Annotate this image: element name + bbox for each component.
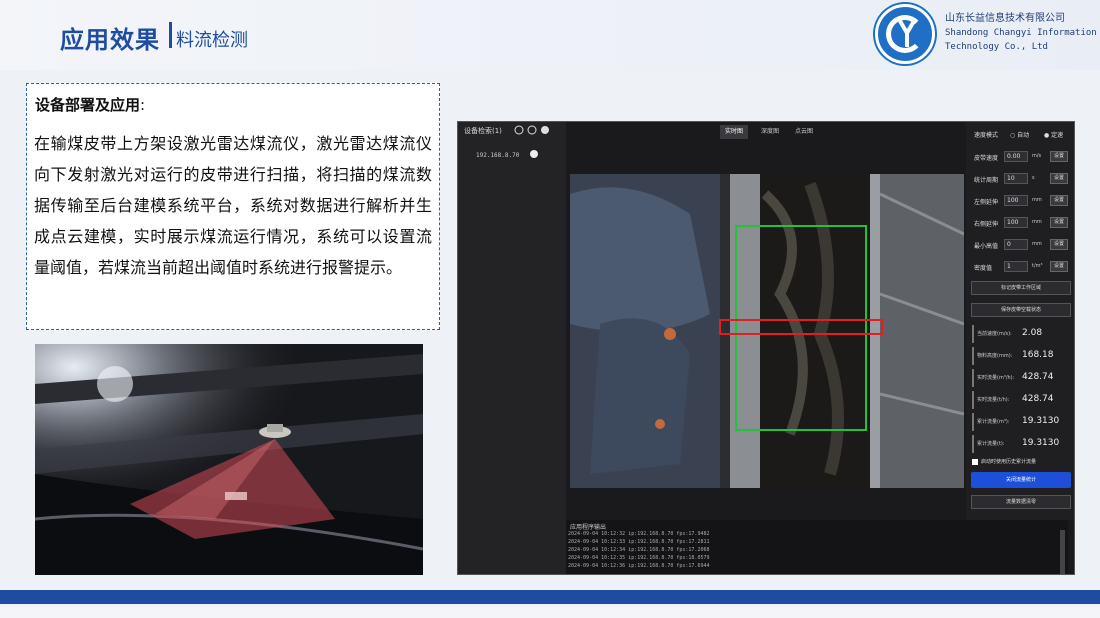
- logo-y-mark: [898, 19, 916, 47]
- set-button[interactable]: 设置: [1050, 195, 1068, 206]
- right-extend-input[interactable]: 100: [1004, 217, 1028, 228]
- history-flow-checkbox[interactable]: 启动时使用历史累计流量: [972, 458, 1036, 465]
- slide-header: 应用效果 料流检测 山东长益信息技术有限公司 Shandong Changyi …: [0, 0, 1100, 70]
- metric-flow-mass: 实时流量(t/h): 428.74: [972, 391, 1070, 409]
- log-scrollbar[interactable]: [1060, 530, 1065, 574]
- set-button[interactable]: 设置: [1050, 217, 1068, 228]
- heading-colon: :: [140, 96, 146, 114]
- software-screenshot: 设备检索(1) 192.168.8.70 实时图 深度图 点云图 速度模式 ○ …: [457, 121, 1075, 575]
- log-title: 应用程序输出: [570, 524, 607, 531]
- metric-label: 物料高度(mm):: [977, 353, 1013, 359]
- tab-realtime[interactable]: 实时图: [720, 125, 749, 139]
- checkbox-box[interactable]: [972, 458, 978, 465]
- slide-title: 应用效果: [60, 26, 160, 54]
- save-empty-belt-button[interactable]: 保存皮带空载状态: [971, 303, 1071, 317]
- field-label: 右侧延伸: [974, 221, 999, 228]
- field-unit: s: [1032, 175, 1035, 181]
- log-line: 2024-09-04 10:12:33 ip:192.168.8.70 fps:…: [568, 539, 710, 545]
- min-height-input[interactable]: 0: [1004, 239, 1028, 250]
- company-name-block: 山东长益信息技术有限公司 Shandong Changyi Informatio…: [945, 12, 1097, 54]
- refresh-icon: [514, 125, 524, 135]
- clear-flow-button[interactable]: 流量数据清零: [971, 495, 1071, 509]
- field-label: 最小高值: [974, 243, 999, 250]
- metric-total-volume: 累计流量(m³): 19.3130: [972, 413, 1070, 431]
- device-status-dot: [530, 150, 538, 158]
- mode-auto-radio[interactable]: ○ 自动: [1010, 130, 1029, 139]
- density-input[interactable]: 1: [1004, 261, 1028, 272]
- device-list-panel: 设备检索(1) 192.168.8.70: [458, 122, 566, 574]
- play-icon: [527, 125, 537, 135]
- description-heading: 设备部署及应用:: [35, 94, 145, 115]
- field-label: 皮带速度: [974, 155, 999, 162]
- field-unit: mm: [1032, 197, 1042, 203]
- field-unit: mm: [1032, 219, 1042, 225]
- log-line: 2024-09-04 10:12:35 ip:192.168.8.70 fps:…: [568, 555, 710, 561]
- company-name-en-line1: Shandong Changyi Information: [945, 28, 1097, 38]
- field-label: 密度值: [974, 265, 993, 272]
- mode-auto-label: 自动: [1017, 132, 1030, 139]
- heading-text: 设备部署及应用: [35, 96, 141, 114]
- tab-pointcloud[interactable]: 点云图: [790, 125, 818, 139]
- company-name-en-line2: Technology Co., Ltd: [945, 42, 1048, 52]
- field-unit: t/m³: [1032, 263, 1043, 269]
- metric-value: 19.3130: [1022, 438, 1060, 448]
- slide-subtitle: 料流检测: [176, 30, 248, 51]
- log-line: 2024-09-04 10:12:34 ip:192.168.8.70 fps:…: [568, 547, 710, 553]
- settings-panel: 速度模式 ○ 自动 ● 定速 皮带速度 0.00 m/s 设置 统计周期 10 …: [966, 122, 1074, 520]
- description-body: 在输煤皮带上方架设激光雷达煤流仪，激光雷达煤流仪向下发射激光对运行的皮带进行扫描…: [34, 134, 432, 277]
- field-label: 左侧延伸: [974, 199, 999, 206]
- camera-view: [570, 174, 964, 488]
- metric-label: 当前速度(m/s):: [977, 331, 1012, 337]
- speed-mode-label: 速度模式: [974, 132, 999, 139]
- metric-value: 168.18: [1022, 350, 1054, 360]
- photo-illustration: [35, 344, 423, 575]
- tab-depth[interactable]: 深度图: [756, 125, 784, 139]
- set-button[interactable]: 设置: [1050, 239, 1068, 250]
- company-logo: [875, 4, 935, 64]
- metric-label: 累计流量(m³):: [977, 419, 1010, 425]
- metric-total-mass: 累计流量(t): 19.3130: [972, 435, 1070, 453]
- device-toolbar-icons: [514, 125, 549, 135]
- metric-value: 19.3130: [1022, 416, 1060, 426]
- metric-value: 2.08: [1022, 328, 1043, 338]
- stop-icon: [541, 126, 549, 134]
- stop-flow-stat-button[interactable]: 关闭流量统计: [971, 472, 1071, 488]
- metric-label: 实时流量(t/h):: [977, 397, 1010, 403]
- footer-bar: [0, 590, 1100, 604]
- set-button[interactable]: 设置: [1050, 151, 1068, 162]
- metric-label: 累计流量(t):: [977, 441, 1005, 447]
- log-line: 2024-09-04 10:12:36 ip:192.168.8.70 fps:…: [568, 563, 710, 569]
- footer-strip: [0, 607, 1100, 618]
- view-tabs: 实时图 深度图 点云图: [568, 122, 968, 142]
- metric-flow-volume: 实时流量(m³/h): 428.74: [972, 369, 1070, 387]
- company-name-cn: 山东长益信息技术有限公司: [945, 13, 1065, 24]
- left-extend-input[interactable]: 100: [1004, 195, 1028, 206]
- device-list-title: 设备检索(1): [464, 127, 502, 135]
- field-unit: mm: [1032, 241, 1042, 247]
- metric-current-speed: 当前速度(m/s): 2.08: [972, 325, 1070, 343]
- mode-fixed-radio[interactable]: ● 定速: [1044, 130, 1063, 139]
- metric-label: 实时流量(m³/h):: [977, 375, 1015, 381]
- installation-photo: [35, 344, 423, 575]
- metric-value: 428.74: [1022, 394, 1054, 404]
- log-line: 2024-09-04 10:12:32 ip:192.168.8.70 fps:…: [568, 531, 710, 537]
- metric-material-height: 物料高度(mm): 168.18: [972, 347, 1070, 365]
- output-log: 应用程序输出 2024-09-04 10:12:32 ip:192.168.8.…: [566, 520, 1068, 574]
- belt-speed-input[interactable]: 0.00: [1004, 151, 1028, 162]
- mark-belt-area-button[interactable]: 标记皮带工作区域: [971, 281, 1071, 295]
- checkbox-label: 启动时使用历史累计流量: [981, 459, 1037, 465]
- field-label: 统计周期: [974, 177, 999, 184]
- title-separator: [169, 22, 172, 48]
- mode-fixed-label: 定速: [1051, 132, 1064, 139]
- set-button[interactable]: 设置: [1050, 173, 1068, 184]
- set-button[interactable]: 设置: [1050, 261, 1068, 272]
- field-unit: m/s: [1032, 153, 1042, 159]
- belt-camera-image: [570, 174, 964, 488]
- stat-period-input[interactable]: 10: [1004, 173, 1028, 184]
- description-box: 设备部署及应用: 在输煤皮带上方架设激光雷达煤流仪，激光雷达煤流仪向下发射激光对…: [26, 83, 440, 330]
- device-ip[interactable]: 192.168.8.70: [476, 152, 519, 159]
- metric-value: 428.74: [1022, 372, 1054, 382]
